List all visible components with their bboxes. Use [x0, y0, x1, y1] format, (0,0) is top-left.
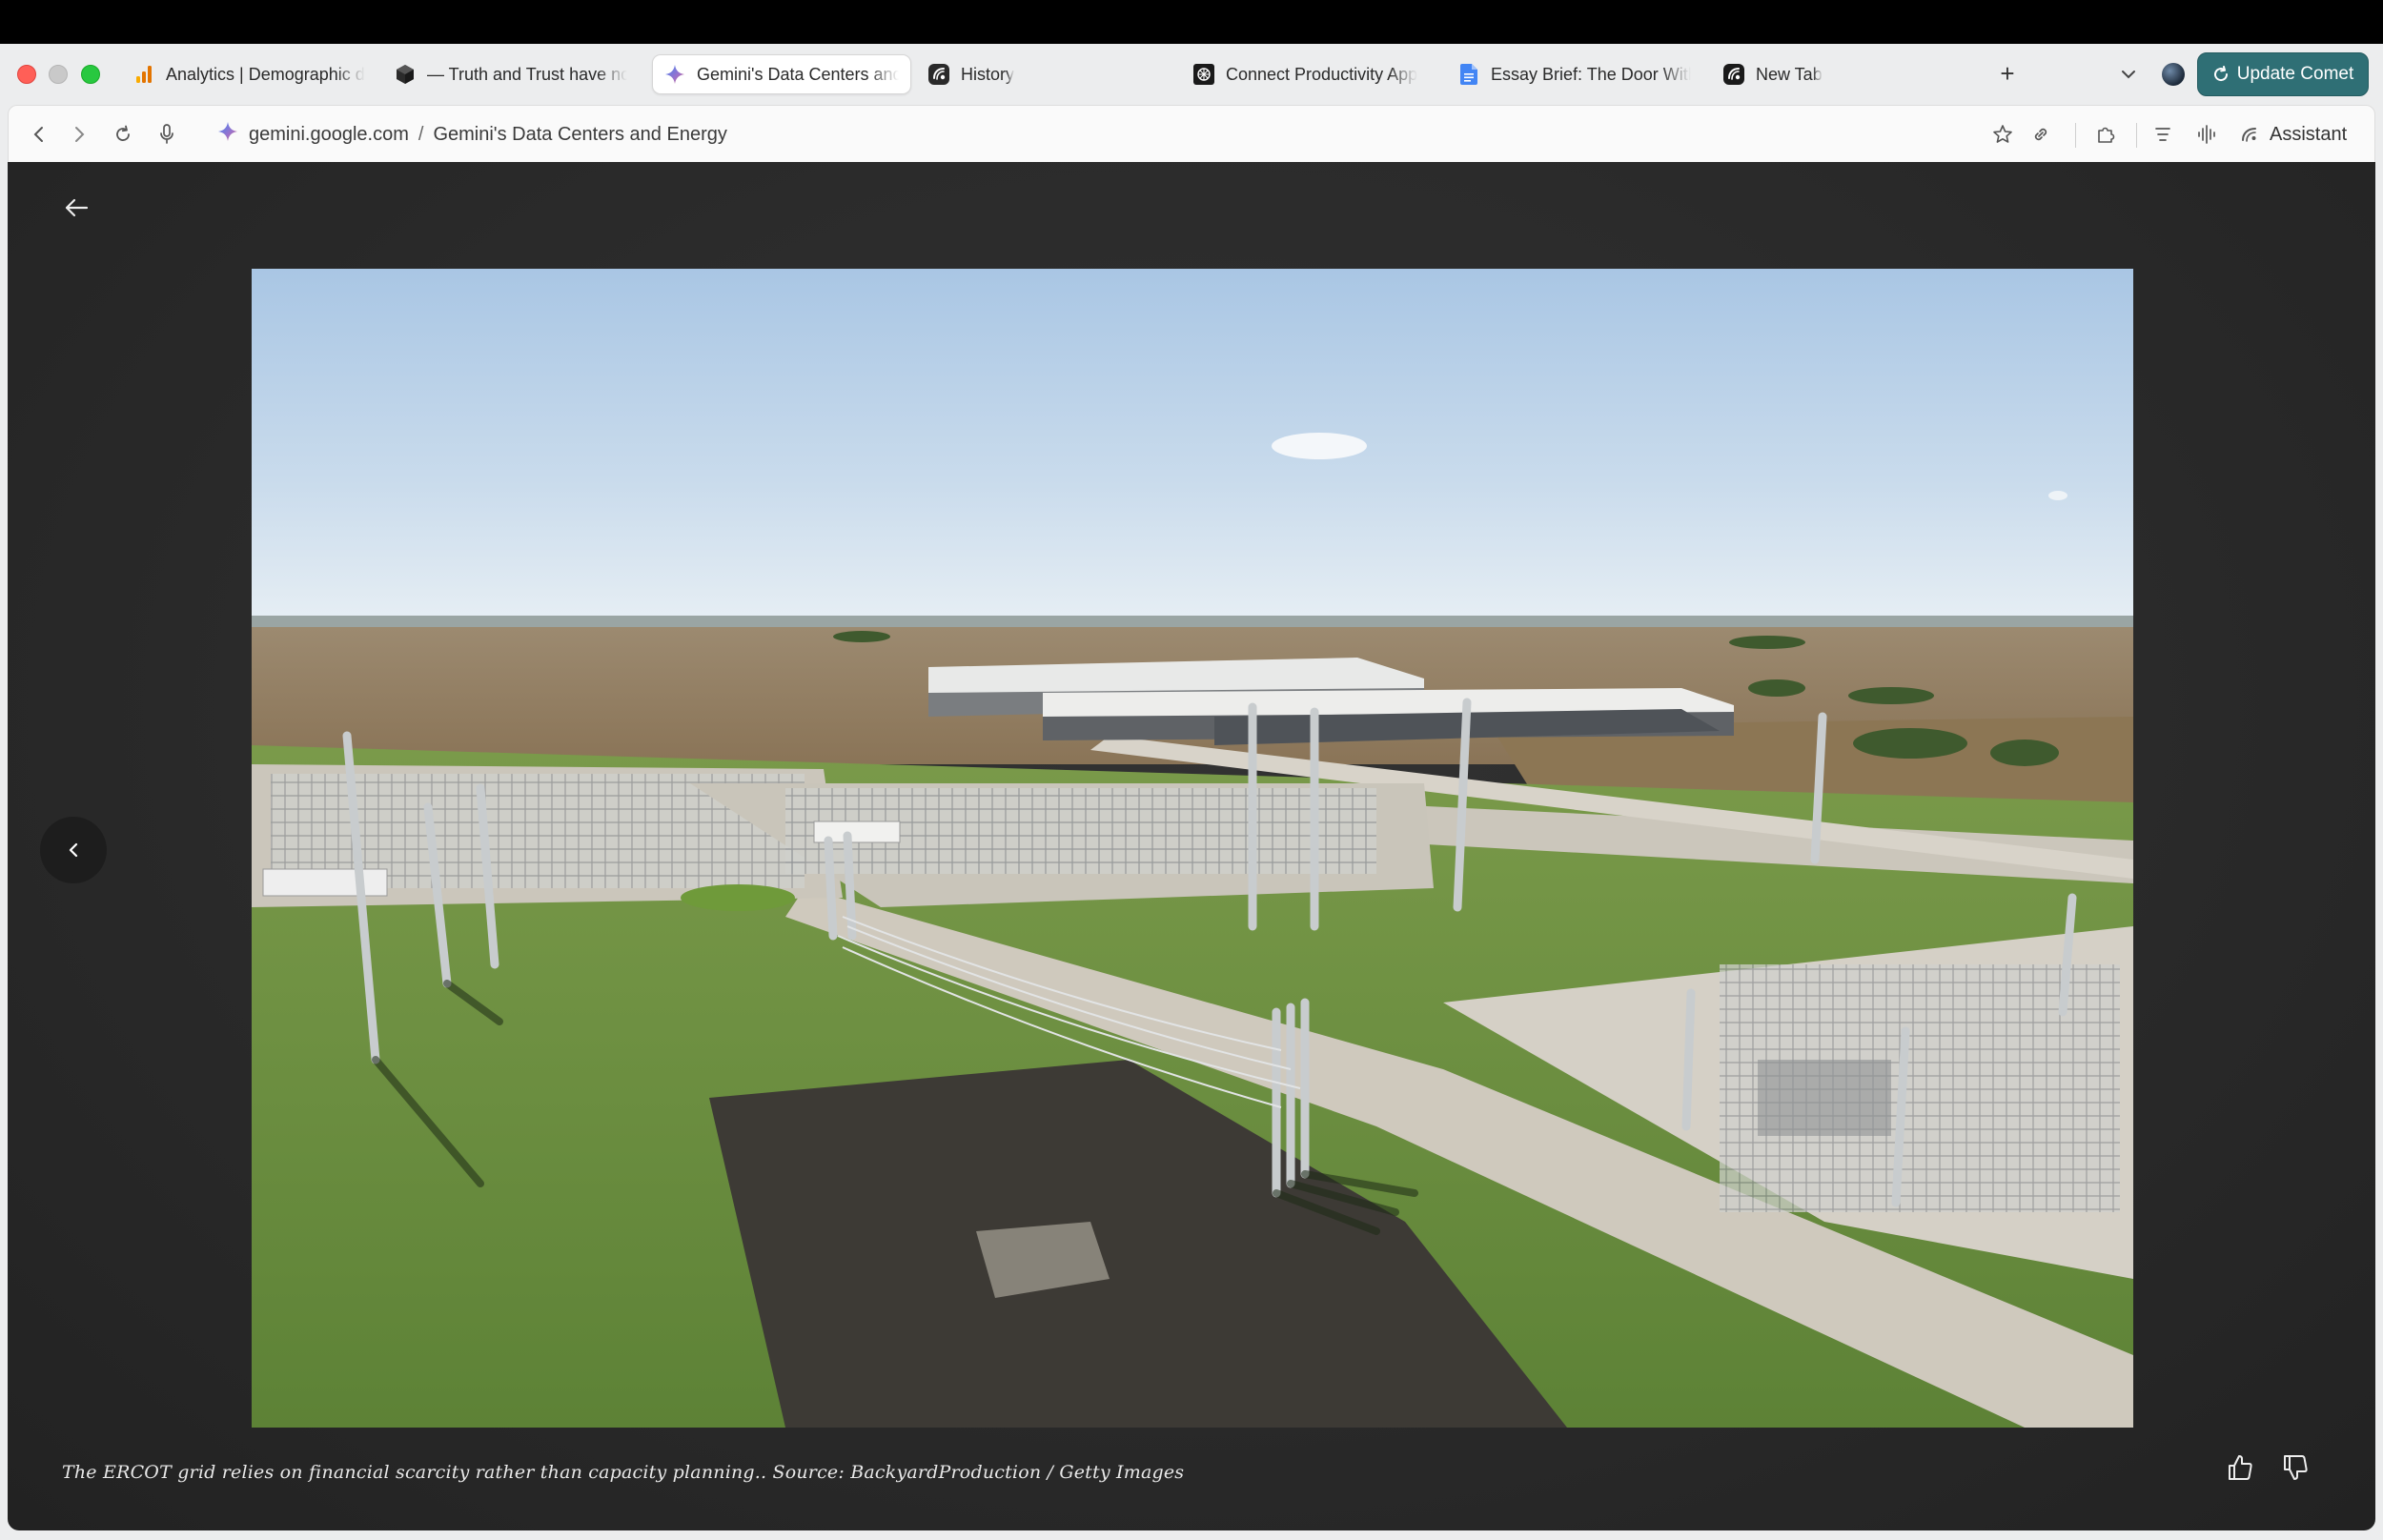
tab-history[interactable]: History — [917, 54, 1165, 94]
update-comet-label: Update Comet — [2236, 64, 2354, 84]
tab-essay-brief[interactable]: Essay Brief: The Door With — [1447, 54, 1702, 94]
tab-gemini-data-centers[interactable]: Gemini's Data Centers and — [652, 54, 911, 94]
copy-link-button[interactable] — [2027, 121, 2054, 148]
browser-window: Analytics | Demographic d — Truth and Tr… — [0, 44, 2383, 1540]
tab-label: Essay Brief: The Door With — [1491, 64, 1691, 84]
gemini-sparkle-icon — [218, 122, 237, 147]
reload-button[interactable] — [110, 121, 136, 148]
comet-icon — [1723, 64, 1744, 85]
back-button[interactable] — [26, 121, 52, 148]
tab-label: Gemini's Data Centers and — [697, 64, 899, 84]
url-separator: / — [418, 123, 424, 145]
voice-search-button[interactable] — [153, 121, 180, 148]
analytics-icon — [133, 64, 154, 85]
waveform-icon — [2198, 125, 2215, 144]
assistant-label: Assistant — [2270, 123, 2348, 145]
photo-caption: The ERCOT grid relies on financial scarc… — [62, 1462, 1185, 1483]
article-photo — [252, 269, 2133, 1428]
refresh-icon — [2213, 66, 2228, 82]
gemini-sparkle-icon — [664, 64, 685, 85]
chevron-left-icon — [33, 127, 43, 142]
tab-label: Connect Productivity App — [1226, 64, 1418, 84]
voice-mode-button[interactable] — [2193, 121, 2220, 148]
new-tab-button[interactable]: + — [1992, 59, 2023, 90]
reader-mode-button[interactable] — [2149, 121, 2176, 148]
update-comet-button[interactable]: Update Comet — [2197, 52, 2369, 96]
google-docs-icon — [1458, 64, 1479, 85]
toolbar-divider — [2075, 123, 2076, 148]
lines-icon — [2155, 128, 2170, 141]
forward-button[interactable] — [66, 121, 92, 148]
thumbs-down-button[interactable] — [2276, 1449, 2314, 1487]
tab-label: New Tab — [1756, 64, 1823, 84]
url-domain: gemini.google.com — [249, 123, 409, 145]
comet-icon — [928, 64, 949, 85]
thumbs-up-button[interactable] — [2221, 1449, 2259, 1487]
aerial-substation-image — [252, 269, 2133, 1428]
tab-label: — Truth and Trust have no — [427, 64, 627, 84]
arrow-left-icon — [65, 198, 89, 217]
chevron-right-icon — [75, 127, 85, 142]
tab-new-tab[interactable]: New Tab — [1712, 54, 1922, 94]
toolbar-divider — [2136, 123, 2137, 148]
tab-list-dropdown[interactable] — [2114, 59, 2143, 90]
profile-avatar[interactable] — [2162, 63, 2185, 86]
maximize-window-button[interactable] — [81, 65, 100, 84]
thumbs-down-icon — [2284, 1455, 2308, 1480]
close-viewer-button[interactable] — [57, 189, 95, 227]
bookmark-button[interactable] — [1989, 121, 2016, 148]
microphone-icon — [160, 124, 173, 144]
extensions-button[interactable] — [2092, 121, 2119, 148]
previous-image-button[interactable] — [40, 817, 107, 883]
star-icon — [1993, 125, 2012, 143]
address-bar[interactable]: gemini.google.com / Gemini's Data Center… — [218, 121, 727, 148]
image-viewer: The ERCOT grid relies on financial scarc… — [8, 162, 2375, 1530]
comet-icon — [2242, 128, 2256, 142]
puzzle-icon — [2098, 127, 2115, 143]
reload-icon — [116, 125, 130, 141]
link-icon — [2034, 128, 2047, 141]
thumbs-up-icon — [2229, 1455, 2252, 1480]
cube-icon — [395, 64, 416, 85]
tab-label: Analytics | Demographic d — [166, 64, 365, 84]
connect-app-icon — [1193, 64, 1214, 85]
tab-label: History — [961, 64, 1015, 84]
tab-truth-and-trust[interactable]: — Truth and Trust have no — [383, 54, 639, 94]
assistant-button[interactable]: Assistant — [2239, 121, 2347, 148]
chevron-down-icon — [2122, 71, 2135, 79]
url-page-title: Gemini's Data Centers and Energy — [433, 123, 727, 145]
close-window-button[interactable] — [17, 65, 36, 84]
chevron-left-icon — [69, 842, 78, 858]
tab-bar: Analytics | Demographic d — Truth and Tr… — [0, 44, 2383, 105]
top-black-strip — [0, 0, 2383, 44]
minimize-window-button[interactable] — [49, 65, 68, 84]
tab-connect-productivity[interactable]: Connect Productivity App — [1182, 54, 1439, 94]
tab-analytics[interactable]: Analytics | Demographic d — [122, 54, 377, 94]
navigation-bar: gemini.google.com / Gemini's Data Center… — [8, 105, 2375, 162]
